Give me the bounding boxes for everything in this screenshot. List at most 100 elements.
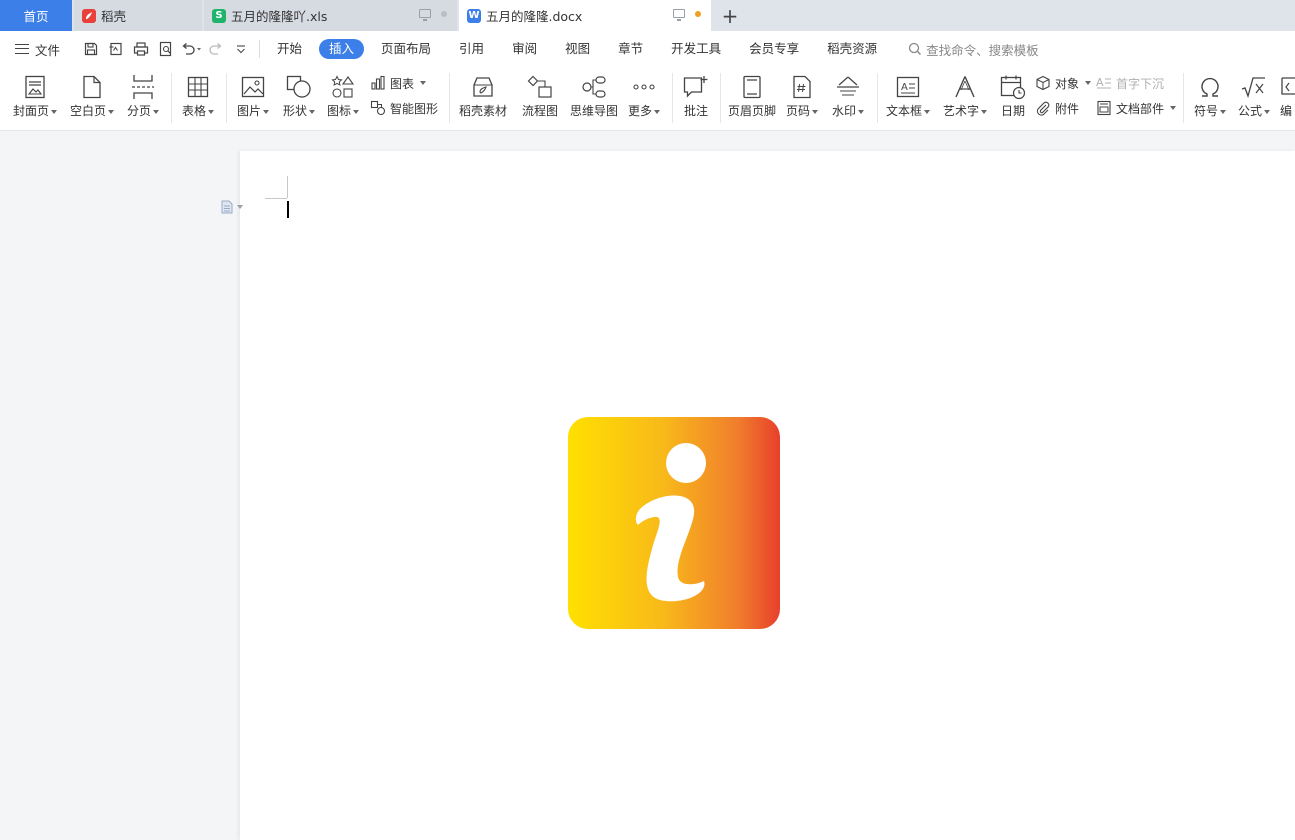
comment-label: 批注	[683, 104, 708, 118]
formula-button[interactable]: 公式	[1234, 67, 1274, 130]
comment-button[interactable]: 批注	[677, 67, 715, 130]
file-menu-label: 文件	[35, 42, 61, 58]
chart-button[interactable]: 图表	[370, 72, 427, 94]
flowchart-button[interactable]: 流程图	[518, 67, 562, 130]
flowchart-label: 流程图	[521, 104, 558, 118]
mind-map-button[interactable]: 思维导图	[566, 67, 622, 130]
tab-chapter[interactable]: 章节	[607, 39, 654, 59]
doc-parts-button[interactable]: 文档部件	[1096, 97, 1177, 119]
header-footer-button[interactable]: 页眉页脚	[724, 67, 780, 130]
daoke-material-icon	[471, 72, 495, 102]
divider	[449, 73, 450, 123]
tab-page-layout[interactable]: 页面布局	[370, 39, 442, 59]
attachment-button[interactable]: 附件	[1035, 97, 1079, 119]
export-pdf-icon[interactable]	[103, 37, 128, 61]
object-icon	[1036, 75, 1050, 91]
divider	[672, 73, 673, 123]
omega-icon	[1198, 72, 1222, 102]
cover-page-icon	[24, 72, 46, 102]
more-label: 更多	[627, 104, 652, 118]
hamburger-icon	[15, 44, 29, 54]
tab-daoke[interactable]: 稻壳	[74, 0, 202, 31]
tab-developer[interactable]: 开发工具	[660, 39, 732, 59]
table-button[interactable]: 表格	[177, 67, 219, 130]
icons-button[interactable]: 图标	[322, 67, 364, 130]
tab-daoke-resources[interactable]: 稻壳资源	[816, 39, 888, 59]
print-icon[interactable]	[128, 37, 153, 61]
spreadsheet-icon: S	[212, 8, 226, 23]
monitor-icon[interactable]	[419, 9, 431, 21]
drop-cap-button[interactable]: A 首字下沉	[1096, 72, 1164, 94]
tab-home[interactable]: 首页	[0, 0, 72, 31]
flowchart-icon	[527, 72, 553, 102]
daoke-material-button[interactable]: 稻壳素材	[455, 67, 511, 130]
tab-view[interactable]: 视图	[554, 39, 601, 59]
page-number-label: 页码	[785, 104, 810, 118]
symbol-button[interactable]: 符号	[1188, 67, 1232, 130]
tab-review[interactable]: 审阅	[501, 39, 548, 59]
text-box-button[interactable]: A 文本框	[882, 67, 934, 130]
unsaved-dot-icon[interactable]	[695, 10, 701, 17]
text-cursor	[287, 201, 289, 218]
writer-doc-icon: W	[467, 8, 481, 23]
search-placeholder: 查找命令、搜索模板	[926, 42, 1039, 58]
mind-map-label: 思维导图	[569, 104, 618, 118]
shape-icon	[286, 72, 312, 102]
chart-icon	[371, 75, 385, 90]
save-icon[interactable]	[78, 37, 103, 61]
edit-button-partial[interactable]: 编	[1280, 67, 1295, 130]
date-button[interactable]: 日期	[996, 67, 1030, 130]
page-number-button[interactable]: 页码	[782, 67, 822, 130]
page-break-label: 分页	[126, 104, 151, 118]
icons-label: 图标	[326, 104, 351, 118]
symbol-label: 符号	[1193, 104, 1218, 118]
doc-parts-icon	[1097, 100, 1111, 116]
customize-toolbar-icon[interactable]	[228, 37, 253, 61]
redo-icon[interactable]	[203, 37, 228, 61]
undo-icon[interactable]	[178, 37, 203, 61]
word-art-button[interactable]: 艺术字	[940, 67, 990, 130]
add-tab-button[interactable]: +	[711, 0, 749, 31]
blank-page-button[interactable]: 空白页	[67, 67, 117, 130]
edit-label: 编	[1280, 104, 1293, 118]
tab-document[interactable]: W 五月的隆隆.docx	[459, 0, 711, 31]
drop-cap-icon: A	[1096, 76, 1111, 89]
text-box-label: 文本框	[885, 104, 922, 118]
icons-icon	[331, 72, 355, 102]
picture-label: 图片	[236, 104, 261, 118]
shape-button[interactable]: 形状	[278, 67, 320, 130]
divider	[1183, 73, 1184, 123]
object-button[interactable]: 对象	[1035, 72, 1092, 94]
command-search[interactable]: 查找命令、搜索模板	[908, 40, 1039, 59]
tab-spreadsheet[interactable]: S 五月的隆隆吖.xls	[204, 0, 457, 31]
cover-page-button[interactable]: 封面页	[10, 67, 60, 130]
tab-member[interactable]: 会员专享	[738, 39, 810, 59]
divider	[877, 73, 878, 123]
watermark-icon	[835, 72, 861, 102]
smart-art-button[interactable]: 智能图形	[370, 97, 438, 119]
daoke-icon	[82, 8, 96, 23]
smart-art-label: 智能图形	[390, 101, 439, 116]
file-menu-button[interactable]: 文件	[0, 40, 72, 59]
close-dot-icon[interactable]	[441, 10, 447, 17]
paragraph-marker[interactable]	[221, 200, 243, 214]
tab-start[interactable]: 开始	[266, 39, 313, 59]
tab-references[interactable]: 引用	[448, 39, 495, 59]
watermark-button[interactable]: 水印	[827, 67, 869, 130]
menu-bar: 文件 开始 插入 页面布局 引用 审阅 视图 章节 开发工具 会员专享 稻壳资源	[0, 31, 1295, 67]
doc-parts-label: 文档部件	[1116, 101, 1165, 116]
divider	[226, 73, 227, 123]
info-image[interactable]	[568, 417, 780, 629]
picture-button[interactable]: 图片	[232, 67, 274, 130]
header-footer-label: 页眉页脚	[727, 104, 776, 118]
tab-insert[interactable]: 插入	[319, 39, 365, 59]
page-break-icon	[131, 72, 155, 102]
more-button[interactable]: 更多	[624, 67, 664, 130]
monitor-icon[interactable]	[673, 9, 685, 21]
print-preview-icon[interactable]	[153, 37, 178, 61]
margin-corner-mark	[287, 176, 288, 198]
word-art-icon	[953, 72, 977, 102]
tab-bar: 首页 稻壳 S 五月的隆隆吖.xls W 五月的隆隆.docx +	[0, 0, 1295, 31]
page-break-button[interactable]: 分页	[122, 67, 164, 130]
info-icon	[568, 417, 780, 629]
